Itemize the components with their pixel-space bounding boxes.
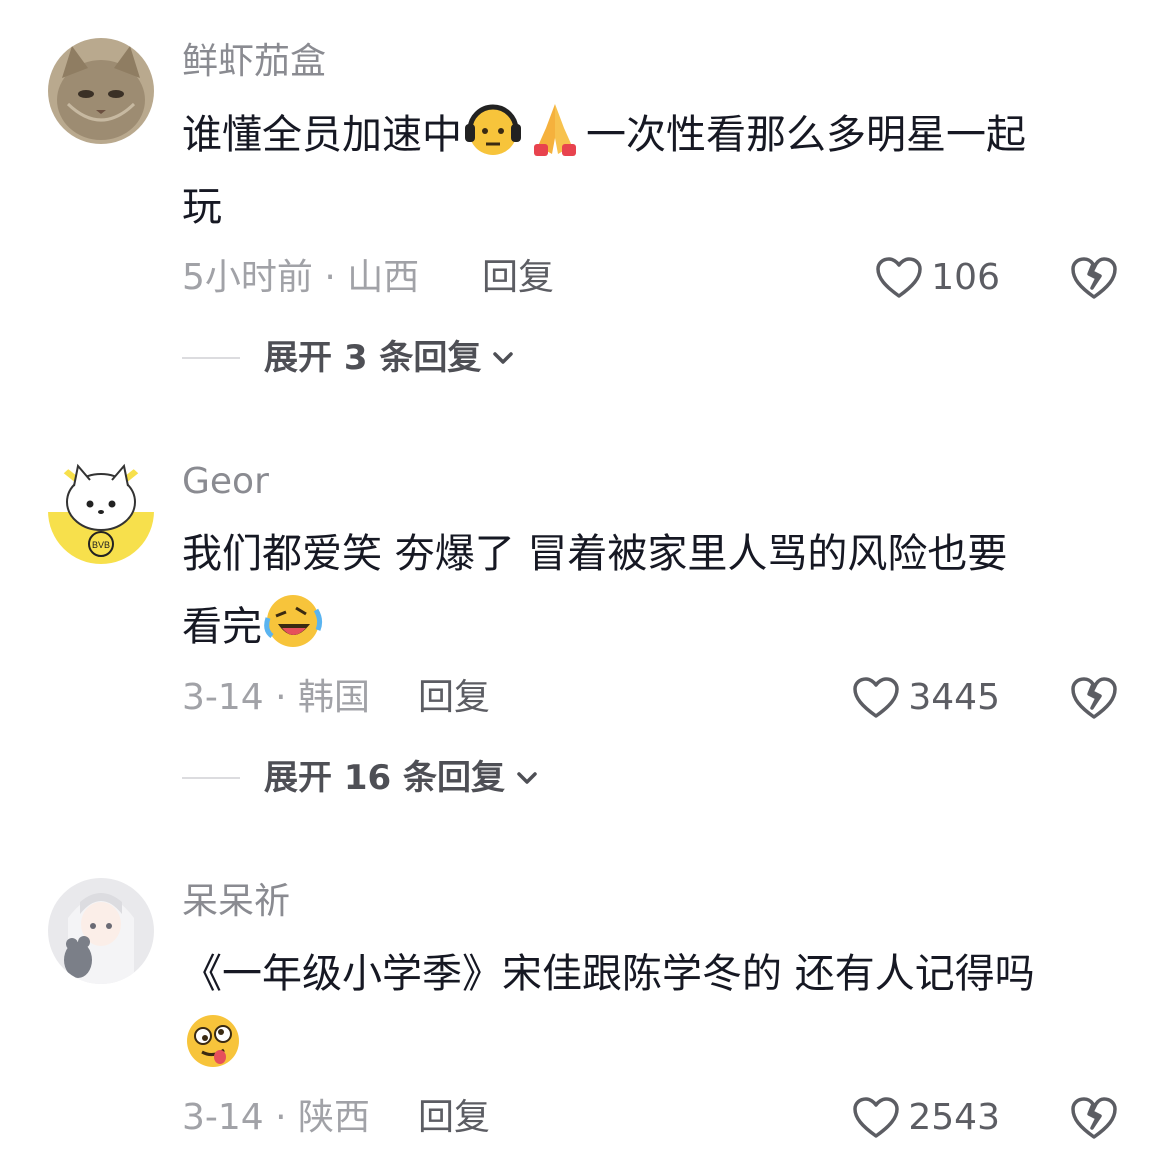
username[interactable]: Geor <box>182 460 269 504</box>
comment-text: 谁懂全员加速中 一次性看那么多明星一起玩 <box>182 98 1132 243</box>
comment-text-part: 我们都爱笑 夯爆了 冒着被家里人骂的风险也要 <box>182 531 1008 577</box>
comment-text-part: 谁懂全员加速中 <box>182 112 462 158</box>
like-count: 2543 <box>908 1097 1000 1138</box>
avatar[interactable] <box>48 38 154 144</box>
like-count: 106 <box>931 257 1000 298</box>
timestamp-location: 3-14 · 韩国 <box>182 677 371 718</box>
broken-heart-icon[interactable] <box>1070 254 1118 302</box>
like-button[interactable]: 3445 <box>852 676 1000 720</box>
rolling-laughing-emoji <box>264 595 323 647</box>
broken-heart-icon[interactable] <box>1070 674 1118 722</box>
heart-outline-icon <box>853 677 900 718</box>
reply-button[interactable]: 回复 <box>418 676 490 720</box>
username[interactable]: 鲜虾茄盒 <box>182 40 326 84</box>
timestamp-location: 5小时前 · 山西 <box>182 257 420 298</box>
folded-hands-emoji <box>534 104 576 156</box>
comment-text-part: 《一年级小学季》宋佳跟陈学冬的 还有人记得吗 <box>182 951 1035 997</box>
expand-replies-button[interactable]: 展开 3 条回复 <box>182 336 517 380</box>
broken-heart-icon[interactable] <box>1070 1094 1118 1142</box>
timestamp-location: 3-14 · 陕西 <box>182 1097 371 1138</box>
comment-text-part: 看完 <box>182 604 262 650</box>
heart-outline-icon <box>853 1097 900 1138</box>
reply-button[interactable]: 回复 <box>418 1096 490 1140</box>
expand-label: 展开 3 条回复 <box>264 338 482 378</box>
comment-text: 我们都爱笑 夯爆了 冒着被家里人骂的风险也要 看完 <box>182 518 1132 663</box>
expand-label: 展开 16 条回复 <box>264 758 505 798</box>
like-button[interactable]: 2543 <box>852 1096 1000 1140</box>
avatar[interactable]: BVB <box>48 458 154 564</box>
divider-line <box>182 777 240 779</box>
comment-text-part: 一次性看那么多明星一起 <box>586 112 1026 158</box>
like-button[interactable]: 106 <box>875 256 1000 300</box>
comment-text-part: 玩 <box>182 184 222 230</box>
face-with-headphones-emoji <box>465 104 521 155</box>
username[interactable]: 呆呆祈 <box>182 880 290 924</box>
goofy-face-emoji <box>187 1015 239 1067</box>
comment-text: 《一年级小学季》宋佳跟陈学冬的 还有人记得吗 <box>182 938 1132 1083</box>
divider-line <box>182 357 240 359</box>
chevron-down-icon <box>493 352 514 364</box>
svg-text:BVB: BVB <box>92 540 110 550</box>
heart-outline-icon <box>876 257 923 298</box>
avatar[interactable] <box>48 878 154 984</box>
expand-replies-button[interactable]: 展开 16 条回复 <box>182 756 541 800</box>
chevron-down-icon <box>517 772 537 784</box>
reply-button[interactable]: 回复 <box>482 256 554 300</box>
like-count: 3445 <box>908 677 1000 718</box>
